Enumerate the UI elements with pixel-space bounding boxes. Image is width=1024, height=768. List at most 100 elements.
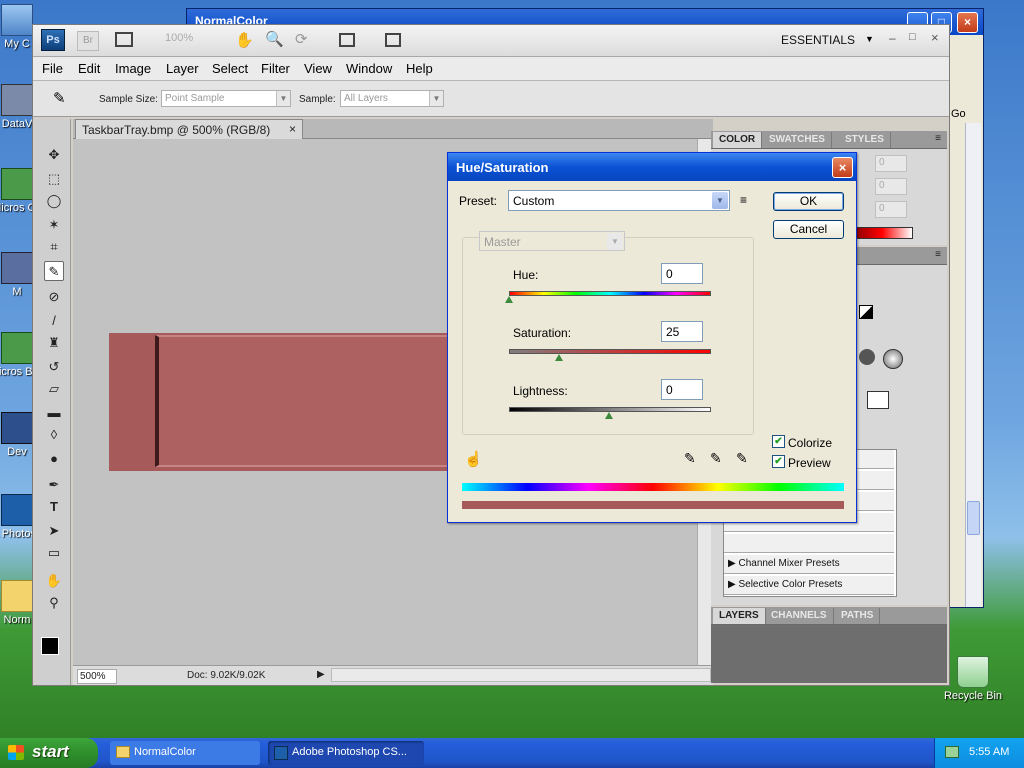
document-tab[interactable]: TaskbarTray.bmp @ 500% (RGB/8) × [75,119,303,139]
colorize-label[interactable]: Colorize [788,436,832,450]
explorer-scrollbar[interactable] [965,123,981,607]
tab-paths[interactable]: PATHS [835,608,881,624]
path-select-tool-icon[interactable]: ➤ [44,521,64,541]
color-blue-value[interactable]: 0 [875,201,907,218]
adjustment-icon[interactable] [883,349,903,369]
start-button[interactable]: start [0,738,98,768]
channel-mixer-presets[interactable]: ▶ Channel Mixer Presets [724,555,894,574]
status-zoom[interactable]: 500% [77,669,117,684]
sample-size-select[interactable]: Point Sample ▼ [161,90,291,107]
clone-stamp-tool-icon[interactable]: ♜ [44,333,64,353]
taskbar-item-normalcolor[interactable]: NormalColor [110,741,260,765]
panel-menu-icon[interactable]: ≡ [935,249,941,260]
horizontal-scrollbar[interactable] [331,668,711,682]
maximize-icon[interactable]: □ [909,31,916,43]
eyedropper-subtract-icon[interactable]: ✎ [736,450,748,467]
menu-image[interactable]: Image [115,61,151,76]
tab-channels[interactable]: CHANNELS [765,608,834,624]
healing-brush-tool-icon[interactable]: ⊘ [44,287,64,307]
network-icon[interactable] [945,746,959,758]
saturation-slider-thumb[interactable] [555,354,563,361]
brush-tool-icon[interactable]: / [44,311,64,331]
preview-checkbox[interactable]: ✔ [772,455,785,468]
eyedropper-add-icon[interactable]: ✎ [710,450,722,467]
foreground-color-swatch[interactable] [41,637,59,655]
hue-slider-thumb[interactable] [505,296,513,303]
eyedropper-icon[interactable]: ✎ [684,450,696,467]
zoom-tool-icon[interactable]: 🔍 [265,30,284,48]
tab-swatches[interactable]: SWATCHES [763,132,832,148]
close-button[interactable]: × [957,12,978,33]
close-button[interactable]: × [832,157,853,178]
color-ramp[interactable] [851,227,913,239]
sample-select[interactable]: All Layers ▼ [340,90,444,107]
zoom-tool-icon[interactable]: ⚲ [44,593,64,613]
adjustment-icon[interactable] [859,305,873,319]
panel-menu-icon[interactable]: ≡ [935,133,941,144]
list-item[interactable] [724,534,894,553]
eraser-tool-icon[interactable]: ▱ [44,379,64,399]
saturation-slider-track[interactable] [509,349,711,354]
tab-layers[interactable]: LAYERS [713,608,766,624]
hue-saturation-dialog[interactable]: Hue/Saturation × Preset: Custom ▼ ≡ OK C… [447,152,857,523]
lightness-input[interactable]: 0 [661,379,703,400]
go-label[interactable]: Go [951,108,966,120]
menu-filter[interactable]: Filter [261,61,290,76]
move-tool-icon[interactable]: ✥ [44,145,64,165]
lasso-tool-icon[interactable]: ◯ [44,191,64,211]
clock[interactable]: 5:55 AM [969,746,1009,758]
scroll-thumb[interactable] [967,501,980,535]
taskbar-item-photoshop[interactable]: Adobe Photoshop CS... [268,741,424,765]
rotate-view-icon[interactable]: ⟳ [295,30,308,48]
lightness-slider-thumb[interactable] [605,412,613,419]
menu-help[interactable]: Help [406,61,433,76]
pen-tool-icon[interactable]: ✒ [44,475,64,495]
eyedropper-tool-icon[interactable]: ✎ [44,261,64,281]
status-menu-arrow-icon[interactable]: ▶ [317,669,325,680]
quick-select-tool-icon[interactable]: ✶ [44,215,64,235]
saturation-input[interactable]: 25 [661,321,703,342]
chevron-down-icon[interactable]: ▼ [865,34,874,44]
shape-tool-icon[interactable]: ▭ [44,543,64,563]
marquee-tool-icon[interactable]: ⬚ [44,169,64,189]
colorize-checkbox[interactable]: ✔ [772,435,785,448]
color-green-value[interactable]: 0 [875,178,907,195]
bridge-button[interactable]: Br [77,31,99,51]
workspace-switcher[interactable]: ESSENTIALS [781,33,855,47]
history-brush-tool-icon[interactable]: ↺ [44,357,64,377]
preset-select[interactable]: Custom ▼ [508,190,730,211]
preview-label[interactable]: Preview [788,456,831,470]
ok-button[interactable]: OK [773,192,844,211]
close-icon[interactable]: × [931,30,939,45]
menu-file[interactable]: File [42,61,63,76]
channel-select[interactable]: Master ▼ [479,231,625,251]
preset-options-icon[interactable]: ≡ [740,193,747,207]
arrange-documents-icon[interactable] [339,33,355,47]
zoom-level[interactable]: 100% [165,32,193,44]
screen-mode-icon[interactable] [385,33,401,47]
hue-input[interactable]: 0 [661,263,703,284]
menu-edit[interactable]: Edit [78,61,100,76]
adjustment-icon[interactable] [867,391,889,409]
close-tab-icon[interactable]: × [289,122,296,136]
type-tool-icon[interactable]: T [44,497,64,517]
menu-layer[interactable]: Layer [166,61,199,76]
hue-slider-track[interactable] [509,291,711,296]
tab-color[interactable]: COLOR [713,132,763,148]
adjustment-icon[interactable] [859,349,875,365]
blur-tool-icon[interactable]: ◊ [44,425,64,445]
minimize-icon[interactable]: – [889,31,896,45]
color-red-value[interactable]: 0 [875,155,907,172]
menu-window[interactable]: Window [346,61,392,76]
targeted-adjustment-hand-icon[interactable]: ☝ [464,450,483,468]
gradient-tool-icon[interactable]: ▬ [44,403,64,423]
dialog-titlebar[interactable]: Hue/Saturation [448,153,856,181]
hand-tool-icon[interactable]: ✋ [235,31,254,49]
menu-view[interactable]: View [304,61,332,76]
dodge-tool-icon[interactable]: ● [44,449,64,469]
eyedropper-icon[interactable]: ✎ [53,89,66,107]
cancel-button[interactable]: Cancel [773,220,844,239]
hand-tool-icon[interactable]: ✋ [44,571,64,591]
menu-select[interactable]: Select [212,61,248,76]
selective-color-presets[interactable]: ▶ Selective Color Presets [724,576,894,595]
